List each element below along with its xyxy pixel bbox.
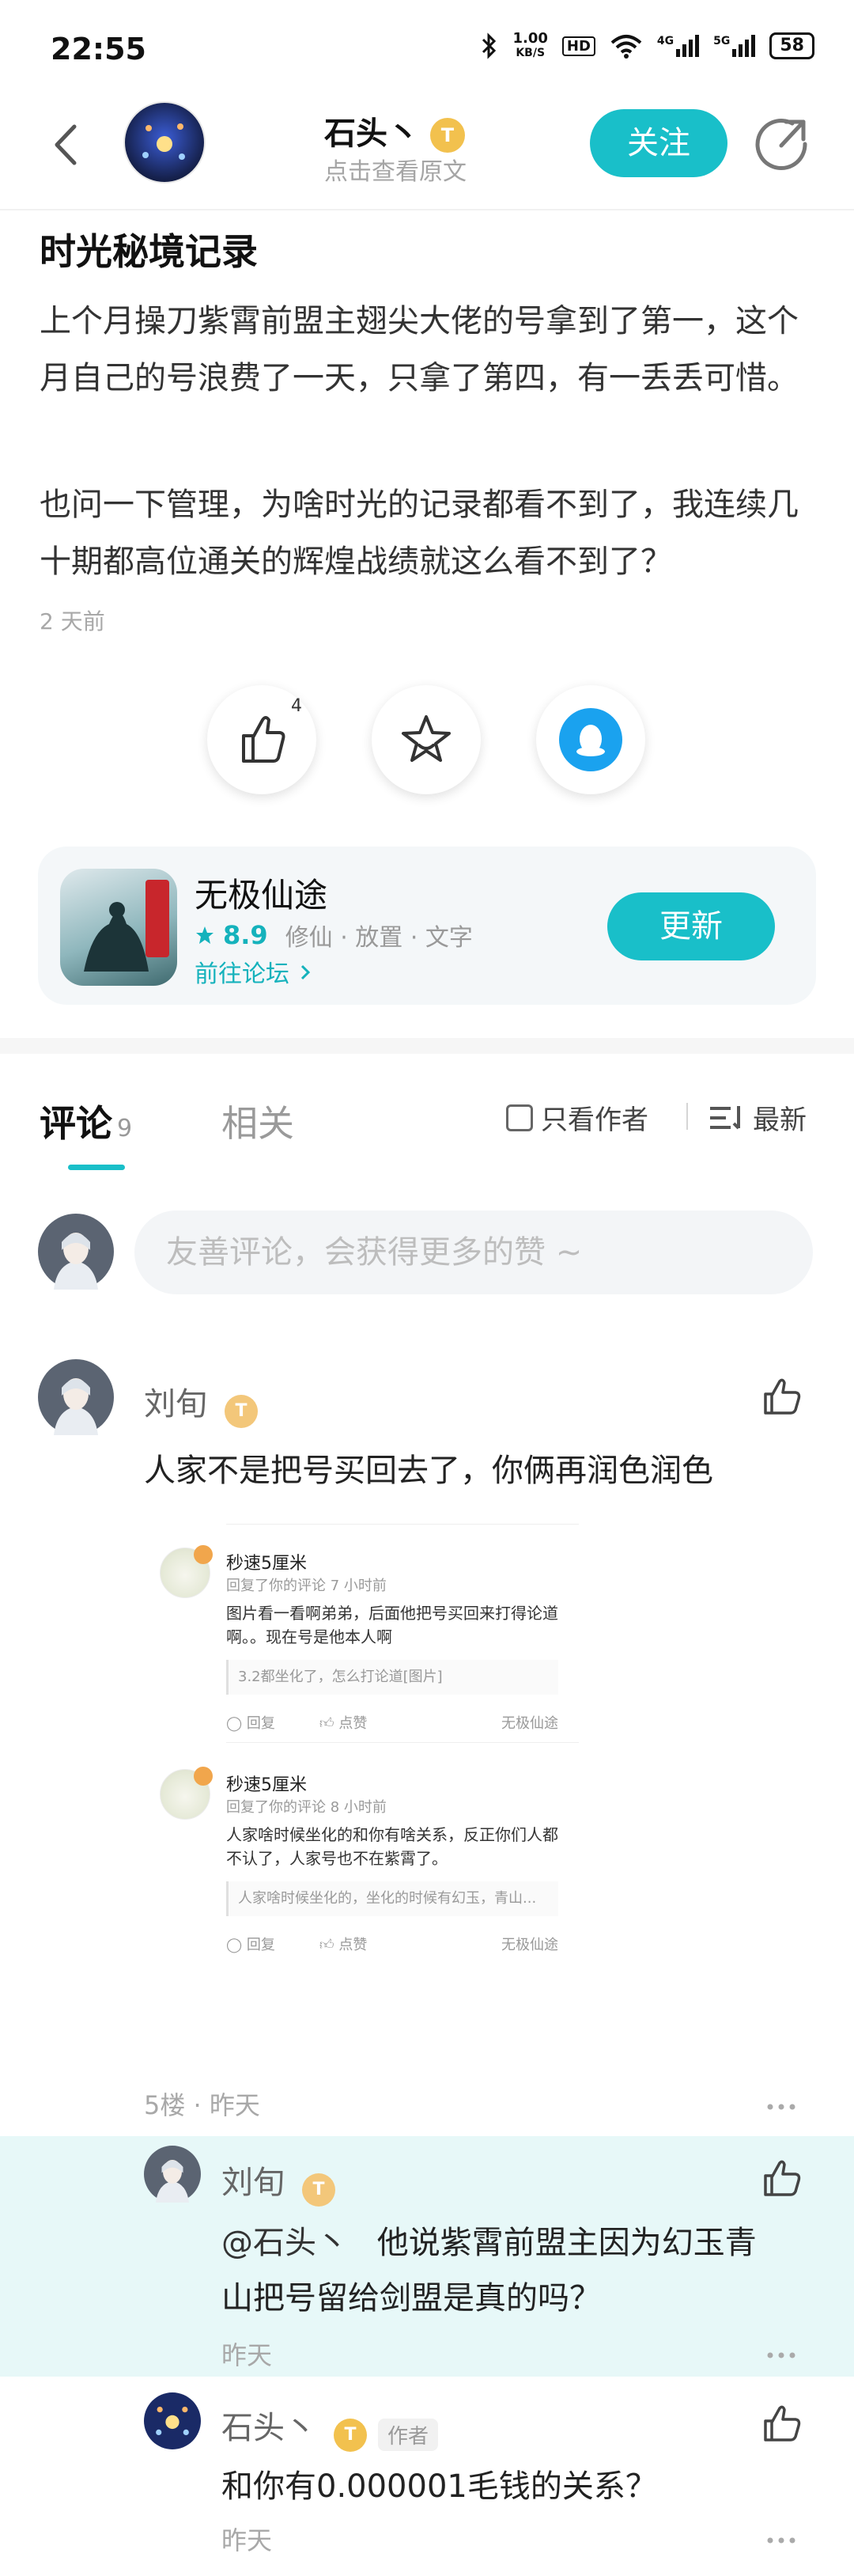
avatar <box>160 1767 213 1820</box>
section-divider <box>0 1038 854 1054</box>
tab-comments[interactable]: 评论 9 <box>40 1095 132 1147</box>
sort-button[interactable]: 最新 <box>709 1098 807 1137</box>
reply-text: @石头丶 他说紫霄前盟主因为幻玉青 山把号留给剑盟是真的吗？ <box>221 2225 757 2317</box>
network-speed: 1.00 KB/S <box>512 30 548 60</box>
game-meta: 8.9 修仙 · 放置 · 文字 <box>195 918 473 953</box>
reply-icon: ◯ 回复 <box>226 1937 275 1953</box>
avatar[interactable] <box>144 2392 201 2449</box>
topbar-divider <box>0 209 854 210</box>
tab-separator <box>686 1103 688 1130</box>
reply-like-button[interactable] <box>761 2404 802 2448</box>
game-icon[interactable] <box>60 869 177 986</box>
star-icon <box>402 715 451 762</box>
reply-author[interactable]: 刘旬 T <box>221 2157 335 2207</box>
level-badge: T <box>225 1394 258 1428</box>
reply-author[interactable]: 石头丶 T 作者 <box>221 2402 439 2452</box>
comment-like-button[interactable] <box>761 1377 802 1421</box>
game-score: 8.9 <box>223 920 268 950</box>
reply-time: 昨天 <box>221 2525 273 2555</box>
post-title: 时光秘境记录 <box>40 230 258 273</box>
like-icon: 👍︎ 点赞 <box>319 1937 368 1953</box>
thumbs-up-icon <box>764 2405 801 2442</box>
thumbs-up-icon <box>764 1378 801 1415</box>
avatar[interactable] <box>38 1359 114 1435</box>
follow-button[interactable]: 关注 <box>590 109 727 177</box>
more-options-button[interactable] <box>767 2098 795 2113</box>
comments-count: 9 <box>117 1115 133 1142</box>
comment-input[interactable]: 友善评论，会获得更多的赞 ~ <box>134 1210 813 1294</box>
level-badge: T <box>429 118 465 153</box>
wifi-icon <box>610 35 642 59</box>
mention[interactable]: @石头丶 <box>221 2225 348 2261</box>
hd-icon: HD <box>561 36 595 56</box>
status-time: 22:55 <box>51 32 146 66</box>
update-button[interactable]: 更新 <box>607 892 775 960</box>
thumbs-up-icon <box>764 2160 801 2196</box>
like-icon: 👍︎ 点赞 <box>319 1715 368 1732</box>
author-tag: 作者 <box>378 2419 439 2451</box>
avatar[interactable] <box>144 2146 201 2203</box>
reply-icon: ◯ 回复 <box>226 1715 275 1732</box>
avatar <box>160 1545 213 1598</box>
share-icon <box>755 119 807 170</box>
favorite-button[interactable] <box>372 685 481 794</box>
qq-icon <box>559 708 622 771</box>
post-paragraph: 也问一下管理，为啥时光的记录都看不到了，我连续几十期都高位通关的辉煌战绩就这么看… <box>40 487 799 580</box>
only-author-toggle[interactable]: 只看作者 <box>506 1098 648 1137</box>
post-time: 2 天前 <box>40 608 105 635</box>
more-options-button[interactable] <box>767 2532 795 2547</box>
like-count: 4 <box>291 696 302 716</box>
checkbox-icon <box>506 1104 533 1131</box>
view-original-link[interactable]: 点击查看原文 <box>324 152 467 187</box>
battery-icon: 58 <box>769 32 814 59</box>
bluetooth-icon <box>482 32 497 59</box>
game-tags: 修仙 · 放置 · 文字 <box>285 924 473 952</box>
comment-meta: 5楼 · 昨天 <box>144 2090 260 2120</box>
reply-text: 和你有0.000001毛钱的关系？ <box>221 2468 657 2505</box>
more-dots-icon <box>767 2352 795 2358</box>
comment-image[interactable]: 秒速5厘米 回复了你的评论 7 小时前 图片看一看啊弟弟，后面他把号买回来打得论… <box>145 1524 579 2006</box>
level-badge: T <box>334 2418 367 2452</box>
author-name[interactable]: 石头丶 T <box>324 108 465 153</box>
chevron-left-icon <box>55 124 77 165</box>
comment-author[interactable]: 刘旬 T <box>144 1378 258 1428</box>
game-name[interactable]: 无极仙途 <box>195 869 327 917</box>
forum-link[interactable]: 前往论坛 <box>195 954 313 989</box>
my-avatar <box>38 1214 114 1290</box>
back-button[interactable] <box>44 117 92 172</box>
more-dots-icon <box>767 2537 795 2544</box>
level-badge: T <box>302 2173 335 2207</box>
more-dots-icon <box>767 2104 795 2110</box>
post-paragraph: 上个月操刀紫霄前盟主翅尖大佬的号拿到了第一，这个月自己的号浪费了一天，只拿了第四… <box>40 303 799 396</box>
reply-like-button[interactable] <box>761 2158 802 2203</box>
more-options-button[interactable] <box>767 2347 795 2362</box>
tab-related[interactable]: 相关 <box>221 1095 294 1147</box>
qq-share-button[interactable] <box>536 685 645 794</box>
author-avatar[interactable] <box>123 101 206 184</box>
star-filled-icon <box>196 926 214 944</box>
status-icons: 1.00 KB/S HD 4G 5G 58 <box>481 32 814 60</box>
reply-time: 昨天 <box>221 2340 273 2370</box>
signal-4g-icon: 4G <box>657 35 700 57</box>
comment-text: 人家不是把号买回去了，你俩再润色润色 <box>144 1453 713 1489</box>
chevron-right-icon <box>300 964 310 980</box>
signal-5g-icon: 5G <box>713 35 756 57</box>
share-button[interactable] <box>751 114 814 177</box>
sort-icon <box>710 1105 740 1129</box>
tab-indicator <box>68 1165 125 1170</box>
